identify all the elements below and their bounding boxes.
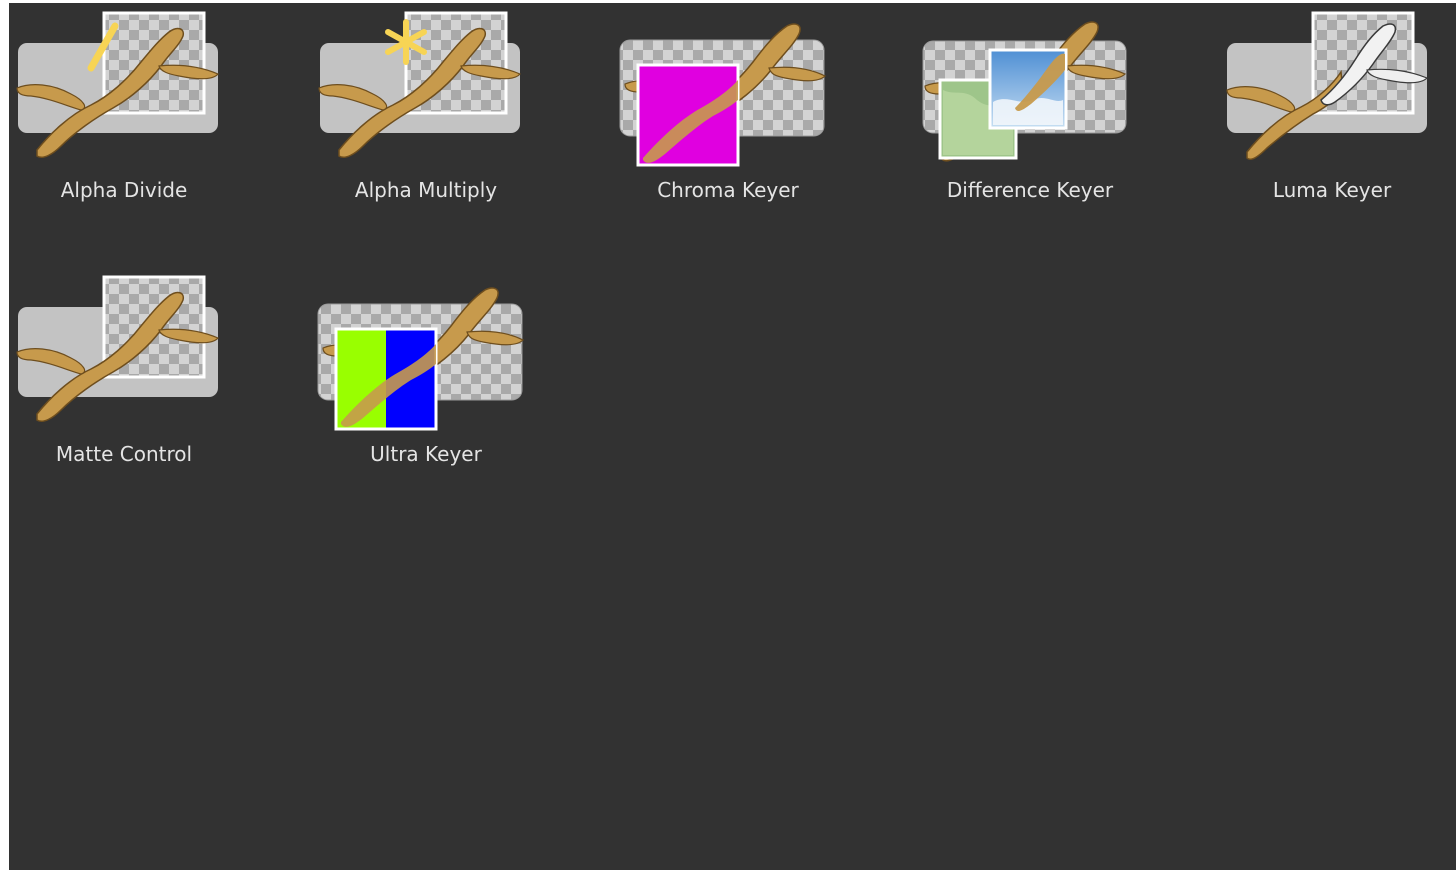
chroma-keyer-icon (613, 10, 843, 175)
tools-panel: Alpha Divide Alpha Multiply Chroma Keyer… (9, 3, 1456, 870)
tool-label: Alpha Divide (60, 178, 188, 202)
tool-label: Ultra Keyer (370, 442, 482, 466)
tool-alpha-divide[interactable]: Alpha Divide (9, 10, 239, 210)
tool-ultra-keyer[interactable]: Ultra Keyer (311, 274, 541, 474)
alpha-divide-icon (9, 10, 239, 175)
matte-control-icon (9, 274, 239, 439)
tool-chroma-keyer[interactable]: Chroma Keyer (613, 10, 843, 210)
luma-keyer-icon (1217, 10, 1447, 175)
tool-label: Luma Keyer (1272, 178, 1392, 202)
alpha-multiply-icon (311, 10, 541, 175)
tool-label: Difference Keyer (946, 178, 1114, 202)
difference-keyer-icon (915, 10, 1145, 175)
tool-label: Chroma Keyer (657, 178, 799, 202)
tool-alpha-multiply[interactable]: Alpha Multiply (311, 10, 541, 210)
tool-difference-keyer[interactable]: Difference Keyer (915, 10, 1145, 210)
ultra-keyer-icon (311, 274, 541, 439)
tool-matte-control[interactable]: Matte Control (9, 274, 239, 474)
tool-label: Matte Control (55, 442, 193, 466)
tool-luma-keyer[interactable]: Luma Keyer (1217, 10, 1447, 210)
tool-label: Alpha Multiply (354, 178, 498, 202)
